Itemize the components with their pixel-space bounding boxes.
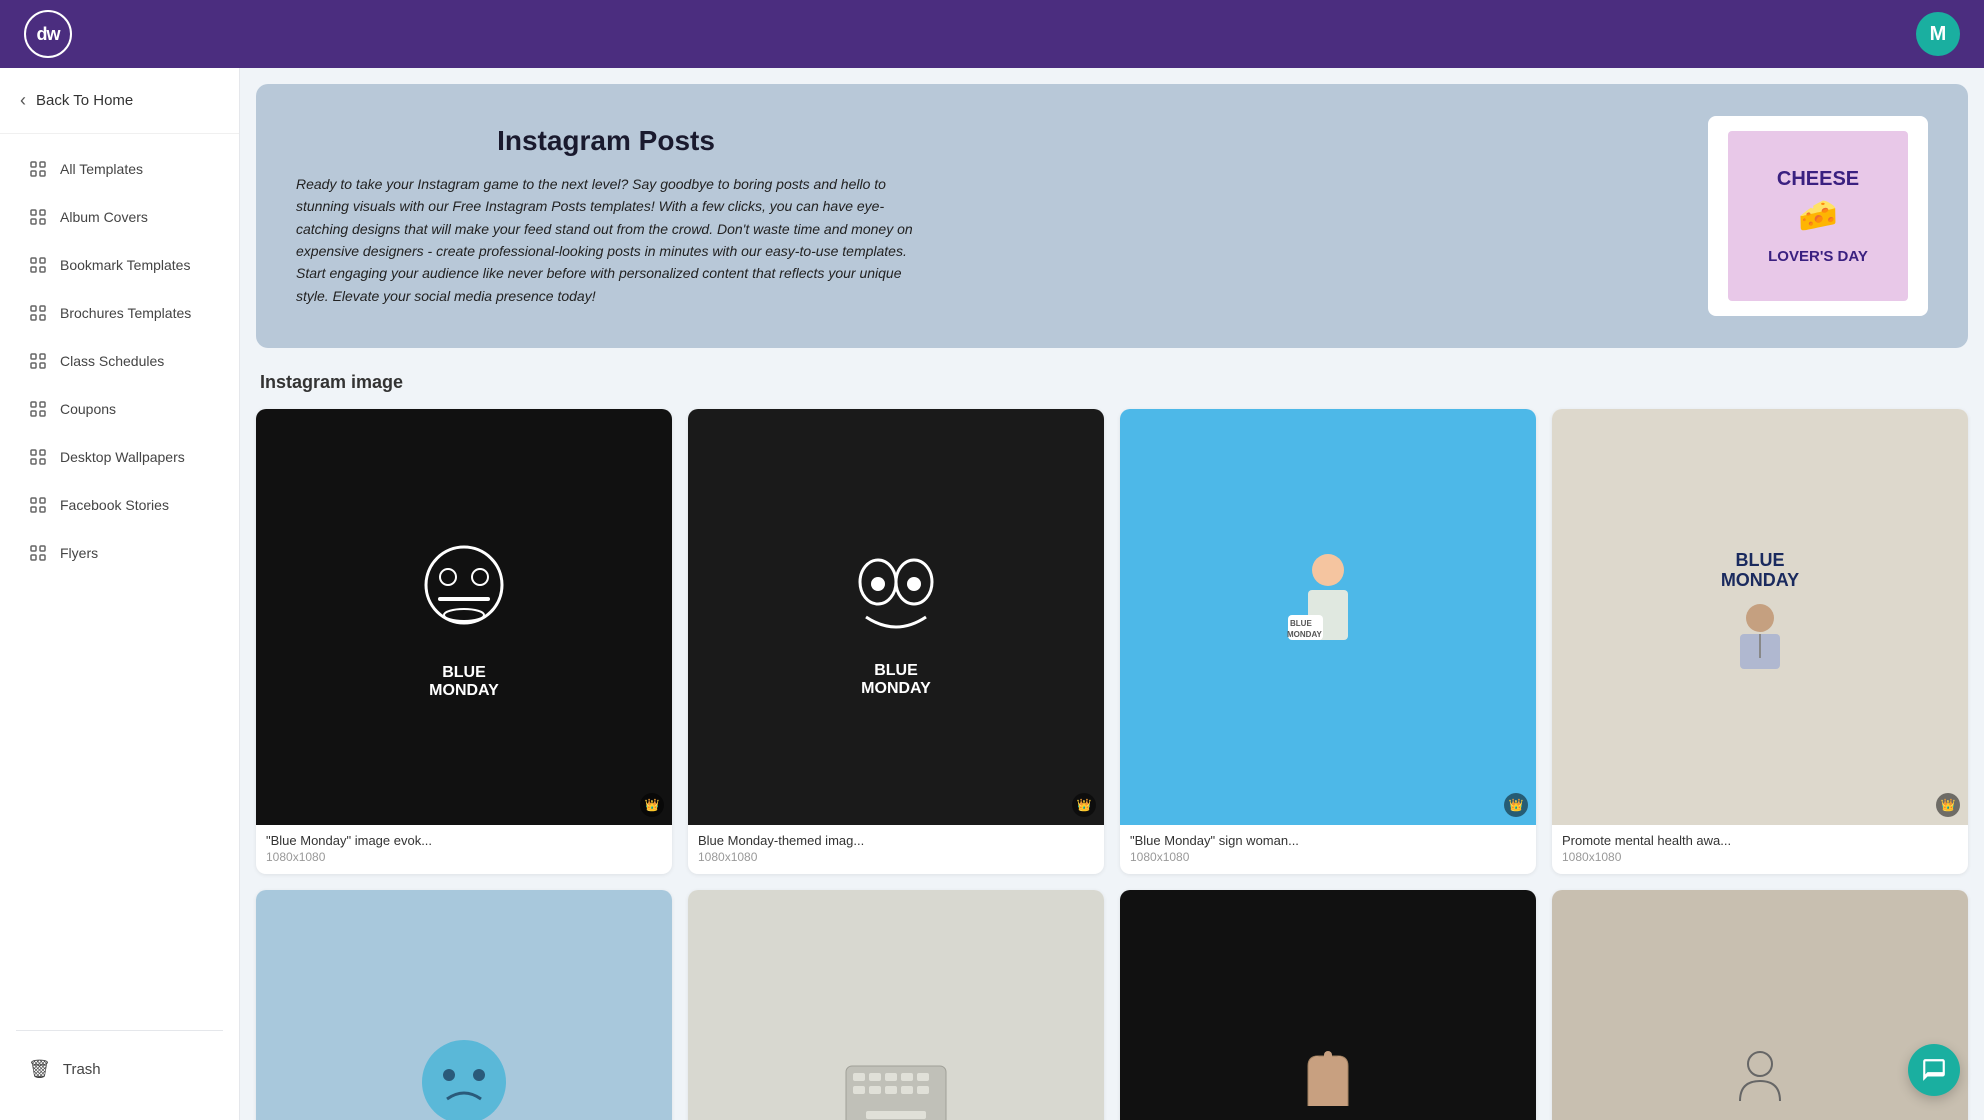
template-info-3: "Blue Monday" sign woman... 1080x1080 xyxy=(1120,825,1536,874)
sidebar-divider xyxy=(16,1030,223,1031)
logo-text: dw xyxy=(37,24,60,45)
template-thumb-1: BLUEMONDAY 👑 xyxy=(256,409,672,825)
hero-preview-title: CHEESE xyxy=(1777,168,1859,190)
sidebar-item-desktop-wallpapers[interactable]: Desktop Wallpapers xyxy=(8,434,231,480)
sidebar-label-desktop-wallpapers: Desktop Wallpapers xyxy=(60,449,185,465)
navbar: dw M xyxy=(0,0,1984,68)
premium-crown-4: 👑 xyxy=(1936,793,1960,817)
trash-icon: 🗑 xyxy=(28,1059,51,1080)
face-illustration-2 xyxy=(836,537,956,657)
trash-button[interactable]: 🗑 Trash xyxy=(8,1043,231,1096)
template-thumb-7: BLUEMONDAY xyxy=(1120,890,1536,1120)
template-card-3[interactable]: BLUE MONDAY 👑 "Blue Monday" sign woman..… xyxy=(1120,409,1536,874)
trash-label: Trash xyxy=(63,1061,101,1078)
template-size-3: 1080x1080 xyxy=(1130,850,1526,864)
template-thumb-5: BLUE xyxy=(256,890,672,1120)
template-name-3: "Blue Monday" sign woman... xyxy=(1130,833,1526,848)
sidebar-item-facebook-stories[interactable]: Facebook Stories xyxy=(8,482,231,528)
template-card-5[interactable]: BLUE Blue Monday sad face... 1080x1080 xyxy=(256,890,672,1120)
sidebar-label-brochures-templates: Brochures Templates xyxy=(60,305,191,321)
face-illustration-1 xyxy=(404,535,524,655)
sidebar-label-coupons: Coupons xyxy=(60,401,116,417)
sidebar-label-facebook-stories: Facebook Stories xyxy=(60,497,169,513)
template-card-1[interactable]: BLUEMONDAY 👑 "Blue Monday" image evok...… xyxy=(256,409,672,874)
template-name-2: Blue Monday-themed imag... xyxy=(698,833,1094,848)
template-card-2[interactable]: BLUEMONDAY 👑 Blue Monday-themed imag... … xyxy=(688,409,1104,874)
sidebar-label-album-covers: Album Covers xyxy=(60,209,148,225)
sidebar-item-all-templates[interactable]: All Templates xyxy=(8,146,231,192)
chat-button[interactable] xyxy=(1908,1044,1960,1096)
grid-icon-coupons xyxy=(28,399,48,419)
user-avatar[interactable]: M xyxy=(1916,12,1960,56)
template-card-4[interactable]: BLUEMONDAY 👑 Promote mental health awa..… xyxy=(1552,409,1968,874)
hero-title: Instagram Posts xyxy=(296,125,916,157)
woman-illustration: BLUE MONDAY xyxy=(1278,550,1378,680)
chat-icon xyxy=(1921,1057,1947,1083)
sidebar-label-all-templates: All Templates xyxy=(60,161,143,177)
template-size-4: 1080x1080 xyxy=(1562,850,1958,864)
hand-illustration xyxy=(1288,1036,1368,1116)
premium-crown-3: 👑 xyxy=(1504,793,1528,817)
grid-icon-desktop xyxy=(28,447,48,467)
sidebar-item-flyers[interactable]: Flyers xyxy=(8,530,231,576)
sidebar-nav: All Templates Album Covers Bookmark Temp… xyxy=(0,134,239,1022)
grid-icon-class xyxy=(28,351,48,371)
hero-banner: Instagram Posts Ready to take your Insta… xyxy=(256,84,1968,348)
template-size-1: 1080x1080 xyxy=(266,850,662,864)
grid-icon-flyers xyxy=(28,543,48,563)
template-card-7[interactable]: BLUEMONDAY Blue Monday dark... 1080x1080 xyxy=(1120,890,1536,1120)
template-name-4: Promote mental health awa... xyxy=(1562,833,1958,848)
sidebar-item-class-schedules[interactable]: Class Schedules xyxy=(8,338,231,384)
sidebar-item-brochures-templates[interactable]: Brochures Templates xyxy=(8,290,231,336)
sidebar-label-bookmark-templates: Bookmark Templates xyxy=(60,257,190,273)
grid-icon xyxy=(28,159,48,179)
man-illustration xyxy=(1720,598,1800,678)
template-card-6[interactable]: Blue Monday keyboard... 1080x1080 xyxy=(688,890,1104,1120)
back-to-home-button[interactable]: ‹ Back To Home xyxy=(0,68,239,134)
sidebar: ‹ Back To Home All Templates Album Cover… xyxy=(0,68,240,1120)
template-size-2: 1080x1080 xyxy=(698,850,1094,864)
svg-text:BLUE: BLUE xyxy=(1290,619,1312,628)
app-logo[interactable]: dw xyxy=(24,10,72,58)
back-arrow-icon: ‹ xyxy=(20,90,26,111)
template-thumb-6 xyxy=(688,890,1104,1120)
sidebar-item-bookmark-templates[interactable]: Bookmark Templates xyxy=(8,242,231,288)
svg-text:MONDAY: MONDAY xyxy=(1287,630,1322,639)
avatar-text: M xyxy=(1930,23,1947,46)
template-info-2: Blue Monday-themed imag... 1080x1080 xyxy=(688,825,1104,874)
template-card-8[interactable]: COMMUNITYMANAGER Community Manager... 10… xyxy=(1552,890,1968,1120)
grid-icon-brochures xyxy=(28,303,48,323)
hero-preview-card: CHEESE 🧀 LOVER'S DAY xyxy=(1728,131,1908,301)
template-info-1: "Blue Monday" image evok... 1080x1080 xyxy=(256,825,672,874)
main-content: Instagram Posts Ready to take your Insta… xyxy=(240,68,1984,1120)
person-icon xyxy=(1730,1046,1790,1106)
template-thumb-2: BLUEMONDAY 👑 xyxy=(688,409,1104,825)
section-title: Instagram image xyxy=(256,372,1968,393)
hero-preview-image: CHEESE 🧀 LOVER'S DAY xyxy=(1708,116,1928,316)
grater-icon: 🧀 xyxy=(1798,196,1838,234)
premium-crown-2: 👑 xyxy=(1072,793,1096,817)
sidebar-label-class-schedules: Class Schedules xyxy=(60,353,164,369)
template-name-1: "Blue Monday" image evok... xyxy=(266,833,662,848)
layout: ‹ Back To Home All Templates Album Cover… xyxy=(0,68,1984,1120)
grid-icon-album xyxy=(28,207,48,227)
premium-crown-1: 👑 xyxy=(640,793,664,817)
template-grid: BLUEMONDAY 👑 "Blue Monday" image evok...… xyxy=(256,409,1968,1120)
grid-icon-facebook xyxy=(28,495,48,515)
grid-icon-bookmark xyxy=(28,255,48,275)
back-label: Back To Home xyxy=(36,92,133,109)
hero-text: Instagram Posts Ready to take your Insta… xyxy=(296,125,916,307)
hero-description: Ready to take your Instagram game to the… xyxy=(296,173,916,307)
sidebar-item-album-covers[interactable]: Album Covers xyxy=(8,194,231,240)
hero-preview-subtitle: LOVER'S DAY xyxy=(1768,248,1868,265)
sidebar-label-flyers: Flyers xyxy=(60,545,98,561)
sad-face-illustration xyxy=(419,1037,509,1120)
keyboard-illustration xyxy=(841,1061,951,1120)
template-thumb-4: BLUEMONDAY 👑 xyxy=(1552,409,1968,825)
template-thumb-3: BLUE MONDAY 👑 xyxy=(1120,409,1536,825)
template-info-4: Promote mental health awa... 1080x1080 xyxy=(1552,825,1968,874)
sidebar-item-coupons[interactable]: Coupons xyxy=(8,386,231,432)
template-thumb-8: COMMUNITYMANAGER xyxy=(1552,890,1968,1120)
